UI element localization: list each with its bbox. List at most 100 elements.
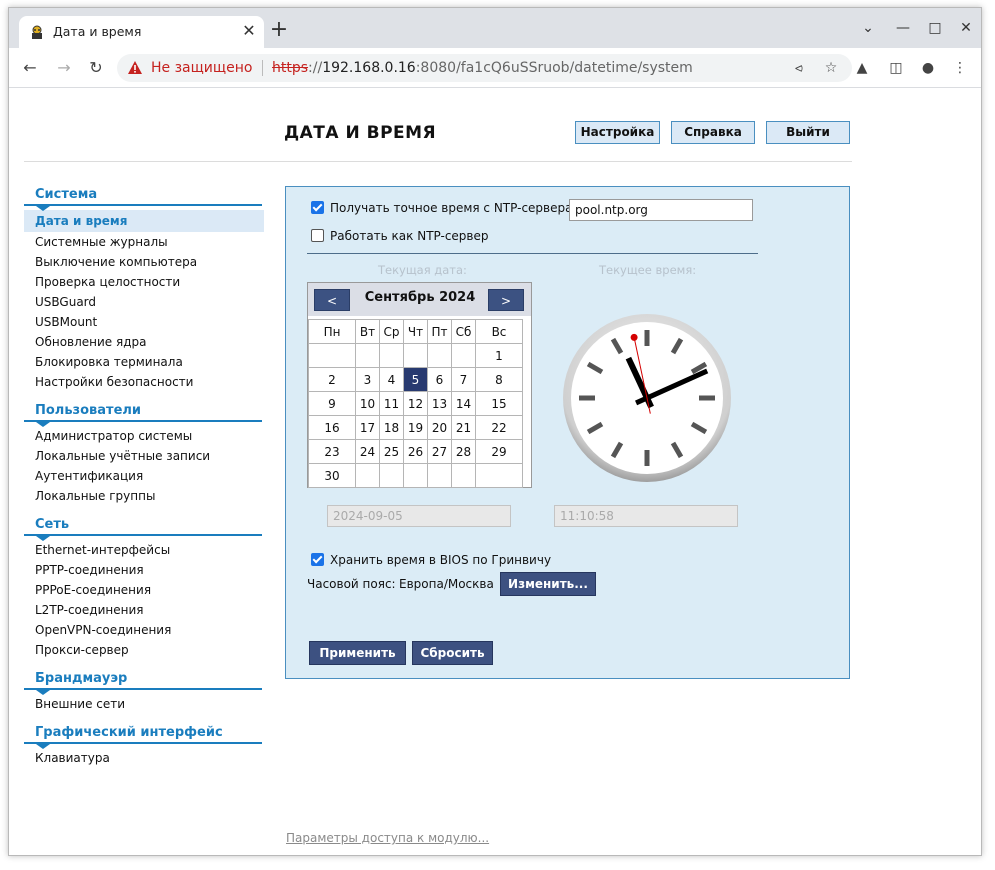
calendar-day[interactable]: 22 xyxy=(475,415,523,440)
calendar-empty-cell xyxy=(451,343,476,368)
calendar-day[interactable]: 29 xyxy=(475,439,523,464)
tab-title: Дата и время xyxy=(53,24,142,39)
new-tab-icon[interactable]: + xyxy=(267,18,291,42)
ntp-server-mode-checkbox[interactable] xyxy=(311,229,324,242)
not-secure-label[interactable]: Не защищено xyxy=(151,60,252,76)
sidebar-item-ethernet[interactable]: Ethernet-интерфейсы xyxy=(24,540,264,560)
calendar-day[interactable]: 6 xyxy=(427,367,452,392)
forward-arrow-icon[interactable]: → xyxy=(51,56,77,80)
bios-utc-label: Хранить время в BIOS по Гринвичу xyxy=(330,553,552,567)
sidebar-item-kernel-update[interactable]: Обновление ядра xyxy=(24,332,264,352)
sidebar-item-local-groups[interactable]: Локальные группы xyxy=(24,486,264,506)
sidebar-item-admin[interactable]: Администратор системы xyxy=(24,426,264,446)
module-access-link[interactable]: Параметры доступа к модулю... xyxy=(286,831,489,845)
sidebar-item-integrity[interactable]: Проверка целостности xyxy=(24,272,264,292)
calendar-day[interactable]: 8 xyxy=(475,367,523,392)
sidebar-item-external-networks[interactable]: Внешние сети xyxy=(24,694,264,714)
calendar-day[interactable]: 11 xyxy=(379,391,404,416)
profile-avatar-icon[interactable]: ● xyxy=(917,57,939,79)
omnibox-separator xyxy=(262,60,263,76)
share-icon[interactable]: ⪦ xyxy=(789,58,809,78)
reload-icon[interactable]: ↻ xyxy=(83,56,109,80)
calendar-day[interactable]: 9 xyxy=(308,391,356,416)
address-bar[interactable]: Не защищено https://192.168.0.16:8080/fa… xyxy=(117,54,852,82)
sidebar-item-datetime[interactable]: Дата и время xyxy=(24,210,264,232)
calendar-day[interactable]: 3 xyxy=(355,367,380,392)
settings-button[interactable]: Настройка xyxy=(575,121,660,144)
menu-kebab-icon[interactable]: ⋮ xyxy=(949,57,971,79)
calendar-day[interactable]: 27 xyxy=(427,439,452,464)
calendar-day[interactable]: 19 xyxy=(403,415,428,440)
sidebar-item-pptp[interactable]: PPTP-соединения xyxy=(24,560,264,580)
tab-close-icon[interactable]: ✕ xyxy=(239,21,259,41)
calendar-day[interactable]: 30 xyxy=(308,463,356,488)
calendar-day[interactable]: 26 xyxy=(403,439,428,464)
calendar-day[interactable]: 24 xyxy=(355,439,380,464)
calendar-day[interactable]: 7 xyxy=(451,367,476,392)
current-time-caption: Текущее время: xyxy=(599,263,697,277)
help-button[interactable]: Справка xyxy=(671,121,755,144)
page-title: ДАТА И ВРЕМЯ xyxy=(284,123,437,143)
calendar-empty-cell xyxy=(308,343,356,368)
change-timezone-button[interactable]: Изменить... xyxy=(500,572,596,596)
sidebar-item-security-settings[interactable]: Настройки безопасности xyxy=(24,372,264,392)
calendar-day[interactable]: 16 xyxy=(308,415,356,440)
calendar-empty-cell xyxy=(355,463,380,488)
calendar-day[interactable]: 10 xyxy=(355,391,380,416)
sidebar-item-pppoe[interactable]: PPPoE-соединения xyxy=(24,580,264,600)
sidebar-item-usbguard[interactable]: USBGuard xyxy=(24,292,264,312)
side-panel-icon[interactable]: ◫ xyxy=(885,57,907,79)
apply-button[interactable]: Применить xyxy=(309,641,406,665)
calendar-day[interactable]: 1 xyxy=(475,343,523,368)
reset-button[interactable]: Сбросить xyxy=(412,641,493,665)
app-favicon-icon xyxy=(32,25,42,39)
calendar-day[interactable]: 15 xyxy=(475,391,523,416)
ntp-client-checkbox[interactable] xyxy=(311,201,324,214)
sidebar-item-local-accounts[interactable]: Локальные учётные записи xyxy=(24,446,264,466)
calendar-prev-button[interactable]: < xyxy=(314,289,350,311)
sidebar-item-openvpn[interactable]: OpenVPN-соединения xyxy=(24,620,264,640)
back-arrow-icon[interactable]: ← xyxy=(17,56,43,80)
calendar-next-button[interactable]: > xyxy=(488,289,524,311)
calendar-empty-cell xyxy=(475,463,523,488)
sidebar-item-l2tp[interactable]: L2TP-соединения xyxy=(24,600,264,620)
url-path: :8080/fa1cQ6uSSruob/datetime/system xyxy=(415,60,693,76)
calendar-day[interactable]: 12 xyxy=(403,391,428,416)
calendar-day[interactable]: 23 xyxy=(308,439,356,464)
logout-button[interactable]: Выйти xyxy=(766,121,850,144)
calendar-day[interactable]: 14 xyxy=(451,391,476,416)
url-text[interactable]: https://192.168.0.16:8080/fa1cQ6uSSruob/… xyxy=(272,60,693,76)
sidebar-item-system-logs[interactable]: Системные журналы xyxy=(24,232,264,252)
time-input[interactable]: 11:10:58 xyxy=(554,505,738,527)
sidebar-item-usbmount[interactable]: USBMount xyxy=(24,312,264,332)
calendar-day[interactable]: 21 xyxy=(451,415,476,440)
minimize-icon[interactable]: — xyxy=(889,16,917,40)
sidebar-item-keyboard[interactable]: Клавиатура xyxy=(24,748,264,768)
calendar-empty-cell xyxy=(451,463,476,488)
calendar-day[interactable]: 28 xyxy=(451,439,476,464)
tab-search-chevron-icon[interactable]: ⌄ xyxy=(854,16,882,40)
bios-utc-checkbox[interactable] xyxy=(311,553,324,566)
date-input[interactable]: 2024-09-05 xyxy=(327,505,511,527)
labs-flask-icon[interactable]: ▲ xyxy=(851,57,873,79)
calendar-day[interactable]: 13 xyxy=(427,391,452,416)
sidebar-item-proxy[interactable]: Прокси-сервер xyxy=(24,640,264,660)
ntp-server-input[interactable]: pool.ntp.org xyxy=(569,199,753,221)
sidebar-item-terminal-lock[interactable]: Блокировка терминала xyxy=(24,352,264,372)
calendar-grid: Пн Вт Ср Чт Пт Сб Вс 1 2 3 4 5 6 7 8 9 10 11 12 13 14 15 16 17 1… xyxy=(308,319,523,488)
calendar-day[interactable]: 20 xyxy=(427,415,452,440)
calendar-day[interactable]: 18 xyxy=(379,415,404,440)
calendar-day[interactable]: 4 xyxy=(379,367,404,392)
calendar-day[interactable]: 25 xyxy=(379,439,404,464)
calendar-day[interactable]: 2 xyxy=(308,367,356,392)
sidebar-item-shutdown[interactable]: Выключение компьютера xyxy=(24,252,264,272)
browser-tab[interactable]: Дата и время ✕ xyxy=(19,16,264,48)
close-window-icon[interactable]: ✕ xyxy=(952,16,980,40)
calendar-day[interactable]: 5 xyxy=(403,367,428,392)
sidebar-section-users: Пользователи xyxy=(24,402,264,427)
sidebar-item-authentication[interactable]: Аутентификация xyxy=(24,466,264,486)
calendar-day[interactable]: 17 xyxy=(355,415,380,440)
bookmark-star-icon[interactable]: ☆ xyxy=(821,58,841,78)
maximize-icon[interactable]: □ xyxy=(921,16,949,40)
calendar-week-row: 2345678 xyxy=(308,367,523,392)
